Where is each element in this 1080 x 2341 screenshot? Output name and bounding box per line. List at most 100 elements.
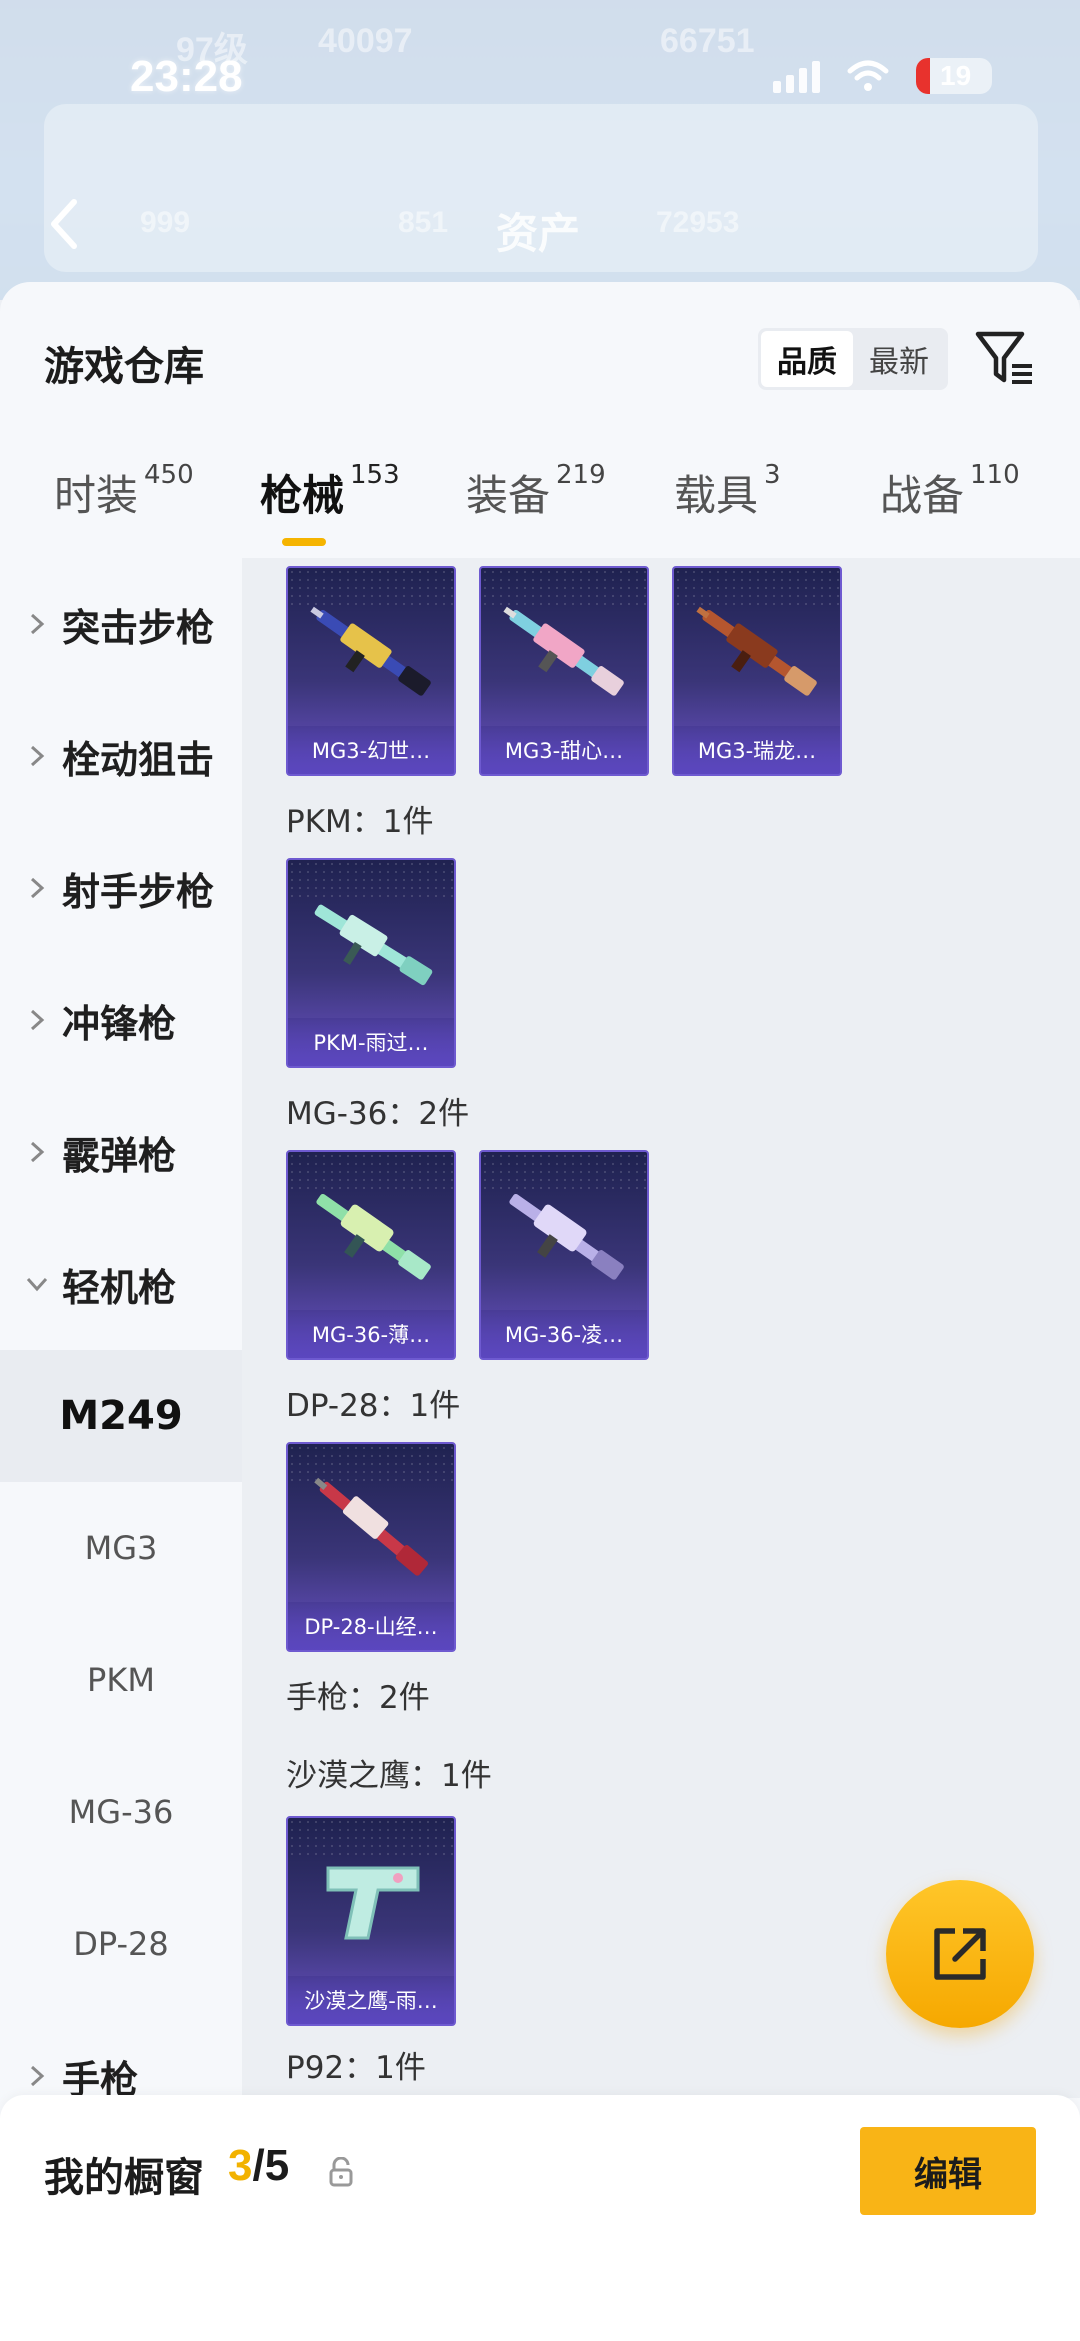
weapon-name: 沙漠之鹰-雨… [288, 1976, 454, 2024]
category-tabs: 时装 450 枪械 153 装备 219 载具 3 战备 110 [0, 460, 1080, 552]
status-time: 23:28 [130, 52, 243, 101]
weapon-name: MG3-甜心… [481, 726, 647, 774]
weapon-name: MG-36-薄… [288, 1310, 454, 1358]
sidebar-item-shotgun[interactable]: 霰弹枪 [0, 1086, 242, 1218]
tab-count: 153 [350, 460, 400, 490]
group-label-mg36: MG-36：2件 [286, 1096, 470, 1132]
tab-count: 110 [970, 460, 1020, 490]
sort-newest-button[interactable]: 最新 [853, 331, 945, 387]
tab-guns[interactable]: 枪械 153 [260, 460, 400, 523]
mg3-skin-image [503, 606, 624, 696]
sidebar-item-marksman-rifle[interactable]: 射手步枪 [0, 822, 242, 954]
dp28-skin-image [314, 1477, 428, 1576]
header-background: 97级 40097 66751 999 851 72953 资产 [0, 0, 1080, 300]
tab-label: 装备 [466, 471, 551, 520]
mg3-skin-image [310, 606, 431, 696]
header-stat-2: 851 [398, 206, 449, 239]
sidebar-item-label: 轻机枪 [62, 1265, 177, 1310]
weapon-card[interactable]: MG3-甜心… [479, 566, 649, 776]
group-label-deagle: 沙漠之鹰：1件 [286, 1758, 492, 1794]
sidebar-item-label: 栓动狙击 [62, 737, 215, 782]
tab-count: 450 [144, 460, 194, 490]
group-label-p92: P92：1件 [286, 2050, 426, 2086]
weapon-name: DP-28-山经… [288, 1602, 454, 1650]
wifi-icon [847, 60, 889, 91]
sidebar-item-lmg[interactable]: 轻机枪 [0, 1218, 242, 1350]
signal-icon [773, 59, 820, 93]
sidebar-subitem-dp28[interactable]: DP-28 [0, 1878, 242, 2010]
sidebar-subitem-m249[interactable]: M249 [0, 1350, 242, 1482]
sidebar-item-assault-rifle[interactable]: 突击步枪 [0, 558, 242, 690]
sidebar-item-label: 冲锋枪 [62, 1001, 177, 1046]
weapon-card[interactable]: MG-36-薄… [286, 1150, 456, 1360]
sidebar-subitem-pkm[interactable]: PKM [0, 1614, 242, 1746]
showcase-bar: 我的橱窗 3/5 编辑 [0, 2095, 1080, 2341]
weapon-name: PKM-雨过… [288, 1018, 454, 1066]
weapon-name: MG-36-凌… [481, 1310, 647, 1358]
weapon-card[interactable]: DP-28-山经… [286, 1442, 456, 1652]
assets-title: 资产 [496, 209, 581, 258]
chevron-right-icon [30, 1009, 45, 1031]
page-title: 游戏仓库 [44, 344, 204, 390]
chevron-down-icon [26, 1277, 48, 1292]
weapon-category-sidebar: 突击步枪 栓动狙击 射手步枪 冲锋枪 霰弹枪 轻机枪 M249 MG3 PKM … [0, 558, 242, 2098]
sort-toggle: 品质 最新 [758, 328, 948, 390]
sort-quality-button[interactable]: 品质 [761, 331, 853, 387]
share-icon [934, 1928, 986, 1980]
filter-icon[interactable] [972, 326, 1036, 390]
showcase-count: 3/5 [228, 2141, 289, 2191]
header-stat-3: 72953 [656, 206, 740, 239]
showcase-current: 3 [228, 2141, 253, 2190]
weapon-card[interactable]: PKM-雨过… [286, 858, 456, 1068]
header-stat-1: 999 [140, 206, 191, 239]
status-icons: 19 [773, 58, 992, 94]
sidebar-item-smg[interactable]: 冲锋枪 [0, 954, 242, 1086]
deagle-skin-image [326, 1866, 420, 1940]
chevron-right-icon [30, 2065, 45, 2087]
pkm-skin-image [314, 904, 433, 986]
header-coins: 40097 [318, 22, 413, 60]
showcase-total: /5 [252, 2141, 290, 2190]
weapon-name: MG3-瑞龙… [674, 726, 840, 774]
weapon-card[interactable]: MG3-幻世… [286, 566, 456, 776]
showcase-label: 我的橱窗 [44, 2155, 204, 2201]
lock-icon [329, 2157, 353, 2187]
weapon-card[interactable]: 沙漠之鹰-雨… [286, 1816, 456, 2026]
sidebar-item-label: 手枪 [62, 2057, 139, 2099]
sidebar-subitem-mg36[interactable]: MG-36 [0, 1746, 242, 1878]
tab-label: 载具 [674, 471, 759, 520]
edit-button[interactable]: 编辑 [860, 2127, 1036, 2215]
sidebar-subitem-mg3[interactable]: MG3 [0, 1482, 242, 1614]
group-label-dp28: DP-28：1件 [286, 1388, 461, 1424]
sidebar-item-label: 射手步枪 [62, 869, 215, 914]
back-arrow-icon[interactable] [44, 196, 84, 252]
mg36-skin-image [316, 1194, 431, 1280]
weapon-card[interactable]: MG-36-凌… [479, 1150, 649, 1360]
share-button[interactable] [886, 1880, 1034, 2028]
weapon-name: MG3-幻世… [288, 726, 454, 774]
mg36-skin-image [509, 1194, 624, 1280]
sidebar-item-label: 霰弹枪 [62, 1133, 177, 1178]
mg3-skin-image [696, 606, 817, 696]
battery-icon: 19 [916, 58, 992, 94]
tab-count: 3 [764, 460, 781, 490]
header-points: 66751 [660, 22, 755, 60]
group-label-pkm: PKM：1件 [286, 804, 434, 840]
battery-level: 19 [940, 60, 972, 91]
chevron-right-icon [30, 613, 45, 635]
sidebar-item-bolt-sniper[interactable]: 栓动狙击 [0, 690, 242, 822]
tab-vehicles[interactable]: 载具 3 [674, 460, 781, 523]
active-tab-indicator [282, 538, 326, 546]
chevron-right-icon [30, 1141, 45, 1163]
tab-battle-prep[interactable]: 战备 110 [880, 460, 1020, 523]
tab-equipment[interactable]: 装备 219 [466, 460, 606, 523]
tab-label: 枪械 [260, 471, 345, 520]
group-label-pistol: 手枪：2件 [286, 1680, 430, 1716]
tab-label: 时装 [54, 471, 139, 520]
weapon-grid: MG3-幻世… MG3-甜心… MG3-瑞龙… PKM：1件 PKM-雨过… M… [242, 558, 1080, 2098]
tab-count: 219 [556, 460, 606, 490]
sidebar-item-pistol[interactable]: 手枪 [0, 2010, 242, 2098]
tab-label: 战备 [880, 471, 965, 520]
tab-fashion[interactable]: 时装 450 [54, 460, 194, 523]
weapon-card[interactable]: MG3-瑞龙… [672, 566, 842, 776]
